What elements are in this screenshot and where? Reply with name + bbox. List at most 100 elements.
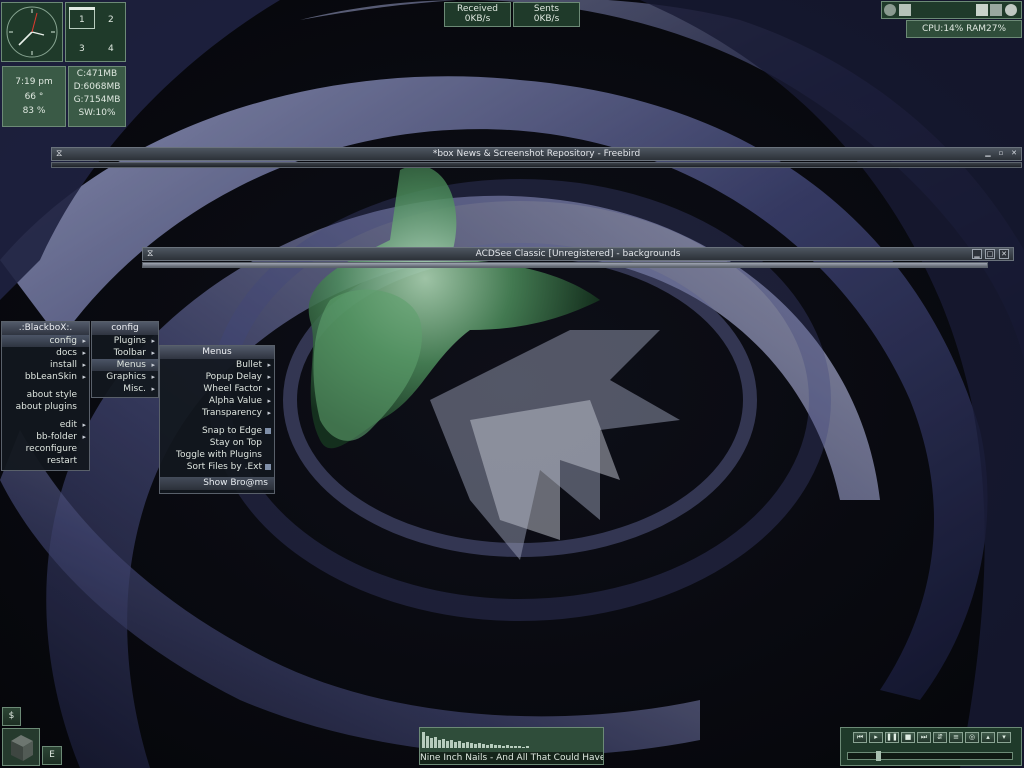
drive-monitor: C:471MB D:6068MB G:7154MB SW:10%: [68, 66, 126, 127]
spectrum-visualizer: [422, 732, 529, 748]
checkbox-checked-icon[interactable]: [265, 464, 271, 470]
blackbox-root-menu: .:BlackboX:. config ▸ docs ▸ install ▸ bbLe…: [1, 321, 90, 471]
menu-item-popup-delay[interactable]: Popup Delay ▸: [160, 371, 274, 383]
e-button[interactable]: E: [42, 746, 62, 765]
menu-item-config[interactable]: config ▸: [2, 335, 89, 347]
previous-icon[interactable]: ⏮: [853, 732, 867, 743]
menu-item-show-broams[interactable]: Show Bro@ms: [160, 477, 274, 490]
time-readout: 7:19 pm: [15, 77, 53, 87]
close-button[interactable]: ✕: [999, 249, 1009, 259]
acdsee-window-titlebar[interactable]: ⧖ ACDSee Classic [Unregistered] - backgr…: [142, 247, 1014, 261]
system-tray: [881, 1, 1022, 19]
submenu-arrow-icon: ▸: [82, 361, 86, 369]
cpu-ram-readout: CPU:14% RAM27%: [921, 24, 1006, 34]
menu-item-alpha-value[interactable]: Alpha Value ▸: [160, 395, 274, 407]
window-icon[interactable]: ⧖: [147, 248, 153, 260]
maximize-button[interactable]: ▫: [996, 149, 1006, 159]
menu-item-misc[interactable]: Misc. ▸: [92, 383, 158, 395]
minimize-button[interactable]: ▁: [972, 249, 982, 259]
window-title: ACDSee Classic [Unregistered] - backgrou…: [475, 249, 681, 259]
workspace-1[interactable]: 1: [79, 15, 85, 25]
seek-handle[interactable]: [876, 751, 881, 761]
menu-item-about-plugins[interactable]: about plugins: [2, 401, 89, 413]
received-label: Received: [457, 4, 498, 14]
playlist-icon[interactable]: ◎: [965, 732, 979, 743]
network-received: Received 0KB/s: [444, 2, 511, 27]
close-button[interactable]: ✕: [1009, 149, 1019, 159]
stop-icon[interactable]: ⇵: [933, 732, 947, 743]
now-playing-widget: Nine Inch Nails - And All That Could Hav…: [419, 727, 604, 765]
submenu-arrow-icon: ▸: [82, 433, 86, 441]
menu-item-about-style[interactable]: about style: [2, 389, 89, 401]
tray-icon-tools-icon[interactable]: [976, 4, 988, 16]
status-widget: 7:19 pm 66 ° 83 %: [2, 66, 66, 127]
start-menu-button[interactable]: [2, 728, 40, 766]
submenu-arrow-icon: ▸: [151, 349, 155, 357]
menu-item-bb-folder[interactable]: bb-folder ▸: [2, 431, 89, 443]
workspace-3[interactable]: 3: [79, 44, 85, 54]
menu-item-install[interactable]: install ▸: [2, 359, 89, 371]
menu-item-bbleanskin[interactable]: bbLeanSkin ▸: [2, 371, 89, 383]
submenu-arrow-icon: ▸: [82, 421, 86, 429]
tray-icon-window-icon[interactable]: [899, 4, 911, 16]
submenu-arrow-icon: ▸: [82, 337, 86, 345]
submenu-arrow-icon: ▸: [151, 373, 155, 381]
menu-item-docs[interactable]: docs ▸: [2, 347, 89, 359]
repeat-icon[interactable]: ▴: [981, 732, 995, 743]
freebird-window-titlebar[interactable]: ⧖ *box News & Screenshot Repository - Fr…: [51, 147, 1022, 161]
submenu-arrow-icon: ▸: [82, 373, 86, 381]
menu-item-snap-to-edge[interactable]: Snap to Edge: [160, 425, 274, 437]
menu-item-bullet[interactable]: Bullet ▸: [160, 359, 274, 371]
dollar-button[interactable]: $: [2, 707, 21, 726]
submenu-arrow-icon: ▸: [267, 373, 271, 381]
volume-up-icon[interactable]: ▾: [997, 732, 1011, 743]
menu-item-transparency[interactable]: Transparency ▸: [160, 407, 274, 419]
workspace-2[interactable]: 2: [108, 15, 114, 25]
menu-title: config: [92, 322, 158, 335]
dollar-label: $: [8, 711, 15, 721]
fast-forward-icon[interactable]: ⏭: [917, 732, 931, 743]
play-icon[interactable]: ■: [901, 732, 915, 743]
analog-clock-icon: [6, 6, 58, 58]
tray-icon-network-icon[interactable]: [1005, 4, 1017, 16]
menu-item-toggle-with-plugins[interactable]: Toggle with Plugins: [160, 449, 274, 461]
menu-item-toolbar[interactable]: Toolbar ▸: [92, 347, 158, 359]
e-label: E: [49, 750, 55, 760]
cube-icon: [11, 735, 33, 761]
menu-item-edit[interactable]: edit ▸: [2, 419, 89, 431]
tray-icon-speaker-icon[interactable]: [990, 4, 1002, 16]
submenu-arrow-icon: ▸: [267, 361, 271, 369]
sent-label: Sents: [533, 4, 560, 14]
window-icon[interactable]: ⧖: [56, 148, 62, 160]
menu-item-restart[interactable]: restart: [2, 455, 89, 467]
maximize-button[interactable]: □: [985, 249, 995, 259]
menu-item-graphics[interactable]: Graphics ▸: [92, 371, 158, 383]
menu-item-menus[interactable]: Menus ▸: [92, 359, 158, 371]
menu-title: .:BlackboX:.: [2, 322, 89, 335]
drive-d: D:6068MB: [73, 82, 121, 92]
menu-item-sort-files[interactable]: Sort Files by .Ext: [160, 461, 274, 473]
submenu-arrow-icon: ▸: [151, 337, 155, 345]
pause-icon[interactable]: ❚❚: [885, 732, 899, 743]
minimize-button[interactable]: ▁: [983, 149, 993, 159]
received-value: 0KB/s: [464, 14, 491, 24]
now-playing-title: Nine Inch Nails - And All That Could Hav…: [420, 752, 603, 764]
temperature-readout: 66 °: [24, 92, 44, 102]
submenu-arrow-icon: ▸: [82, 349, 86, 357]
freebird-window-frame: [51, 162, 1022, 168]
battery-readout: 83 %: [22, 106, 46, 116]
menu-item-wheel-factor[interactable]: Wheel Factor ▸: [160, 383, 274, 395]
drive-g: G:7154MB: [73, 95, 121, 105]
menu-item-stay-on-top[interactable]: Stay on Top: [160, 437, 274, 449]
cpu-ram-monitor: CPU:14% RAM27%: [906, 20, 1022, 38]
menus-submenu: Menus Bullet ▸ Popup Delay ▸ Wheel Factor ▸…: [159, 345, 275, 494]
checkbox-checked-icon[interactable]: [265, 428, 271, 434]
seek-slider[interactable]: [847, 751, 1013, 761]
rewind-icon[interactable]: ▸: [869, 732, 883, 743]
workspace-pager[interactable]: 1 2 3 4: [65, 2, 126, 62]
shuffle-icon[interactable]: ≡: [949, 732, 963, 743]
tray-icon-globe-icon[interactable]: [884, 4, 896, 16]
menu-item-reconfigure[interactable]: reconfigure: [2, 443, 89, 455]
workspace-4[interactable]: 4: [108, 44, 114, 54]
menu-item-plugins[interactable]: Plugins ▸: [92, 335, 158, 347]
